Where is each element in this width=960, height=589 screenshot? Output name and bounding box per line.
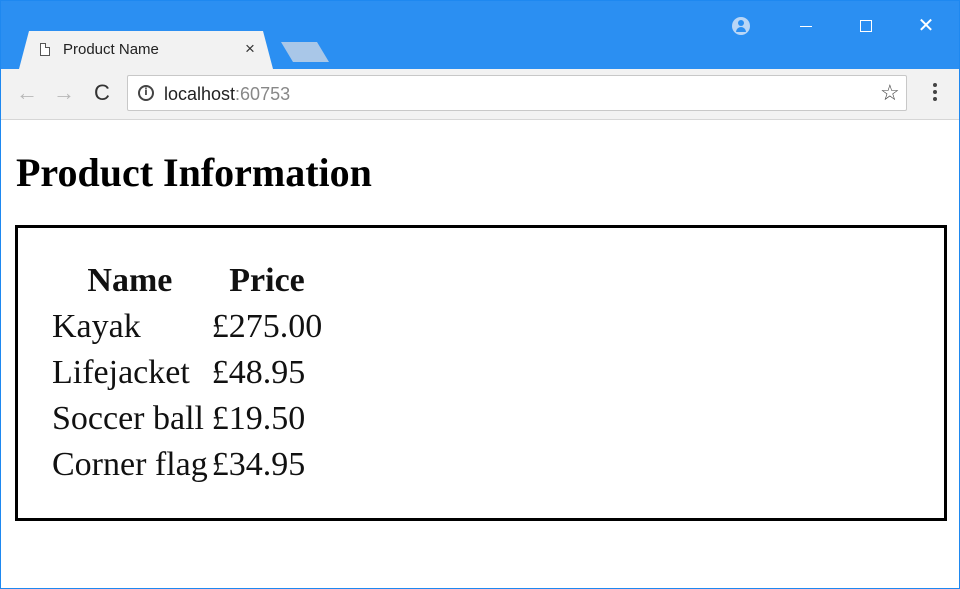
address-bar[interactable]: i localhost:60753 ☆	[127, 75, 907, 111]
back-arrow-icon[interactable]: ←	[14, 80, 40, 106]
product-price: £34.95	[211, 446, 306, 483]
product-price: £19.50	[211, 400, 306, 437]
table-row: Soccer ball £19.50	[50, 396, 324, 442]
product-name: Soccer ball	[52, 400, 204, 437]
table-row: Corner flag £34.95	[50, 442, 324, 488]
product-name: Corner flag	[52, 446, 208, 483]
product-table-container: Name Price Kayak £275.00 Lifejacket £48.…	[15, 225, 947, 521]
title-bar: Product Name × ✕	[1, 1, 959, 69]
forward-arrow-icon[interactable]: →	[51, 80, 77, 106]
maximize-button[interactable]	[851, 11, 881, 41]
reload-icon[interactable]: C	[89, 80, 115, 106]
page-title: Product Information	[16, 150, 372, 195]
column-header-price: Price	[229, 262, 305, 299]
table-row: Lifejacket £48.95	[50, 350, 324, 396]
tab-title: Product Name	[63, 41, 159, 58]
product-table: Name Price Kayak £275.00 Lifejacket £48.…	[50, 258, 324, 488]
product-name: Kayak	[52, 308, 141, 345]
table-row: Kayak £275.00	[50, 304, 324, 350]
minimize-button[interactable]	[791, 11, 821, 41]
minimize-icon	[800, 26, 812, 27]
tab-close-icon[interactable]: ×	[245, 40, 255, 57]
product-name: Lifejacket	[52, 354, 190, 391]
browser-window: Product Name × ✕ ← → C i localhost:60753…	[0, 0, 960, 589]
page-icon	[40, 43, 50, 56]
url-host: localhost	[164, 84, 236, 104]
star-icon[interactable]: ☆	[880, 79, 900, 107]
table-header-row: Name Price	[50, 258, 324, 304]
info-icon[interactable]: i	[138, 85, 154, 101]
new-tab-button[interactable]	[281, 42, 329, 62]
column-header-name: Name	[87, 262, 173, 299]
url-text[interactable]: localhost:60753	[164, 83, 290, 105]
kebab-menu-icon[interactable]	[923, 81, 947, 107]
browser-toolbar: ← → C i localhost:60753 ☆	[1, 69, 959, 120]
browser-tab[interactable]: Product Name ×	[19, 31, 273, 69]
close-window-button[interactable]: ✕	[911, 11, 941, 41]
product-price: £48.95	[211, 354, 306, 391]
url-port: :60753	[235, 84, 291, 104]
product-price: £275.00	[211, 308, 323, 345]
page-content: Product Information Name Price Kayak £27…	[1, 120, 959, 588]
maximize-icon	[860, 20, 872, 32]
profile-icon[interactable]	[732, 17, 750, 35]
